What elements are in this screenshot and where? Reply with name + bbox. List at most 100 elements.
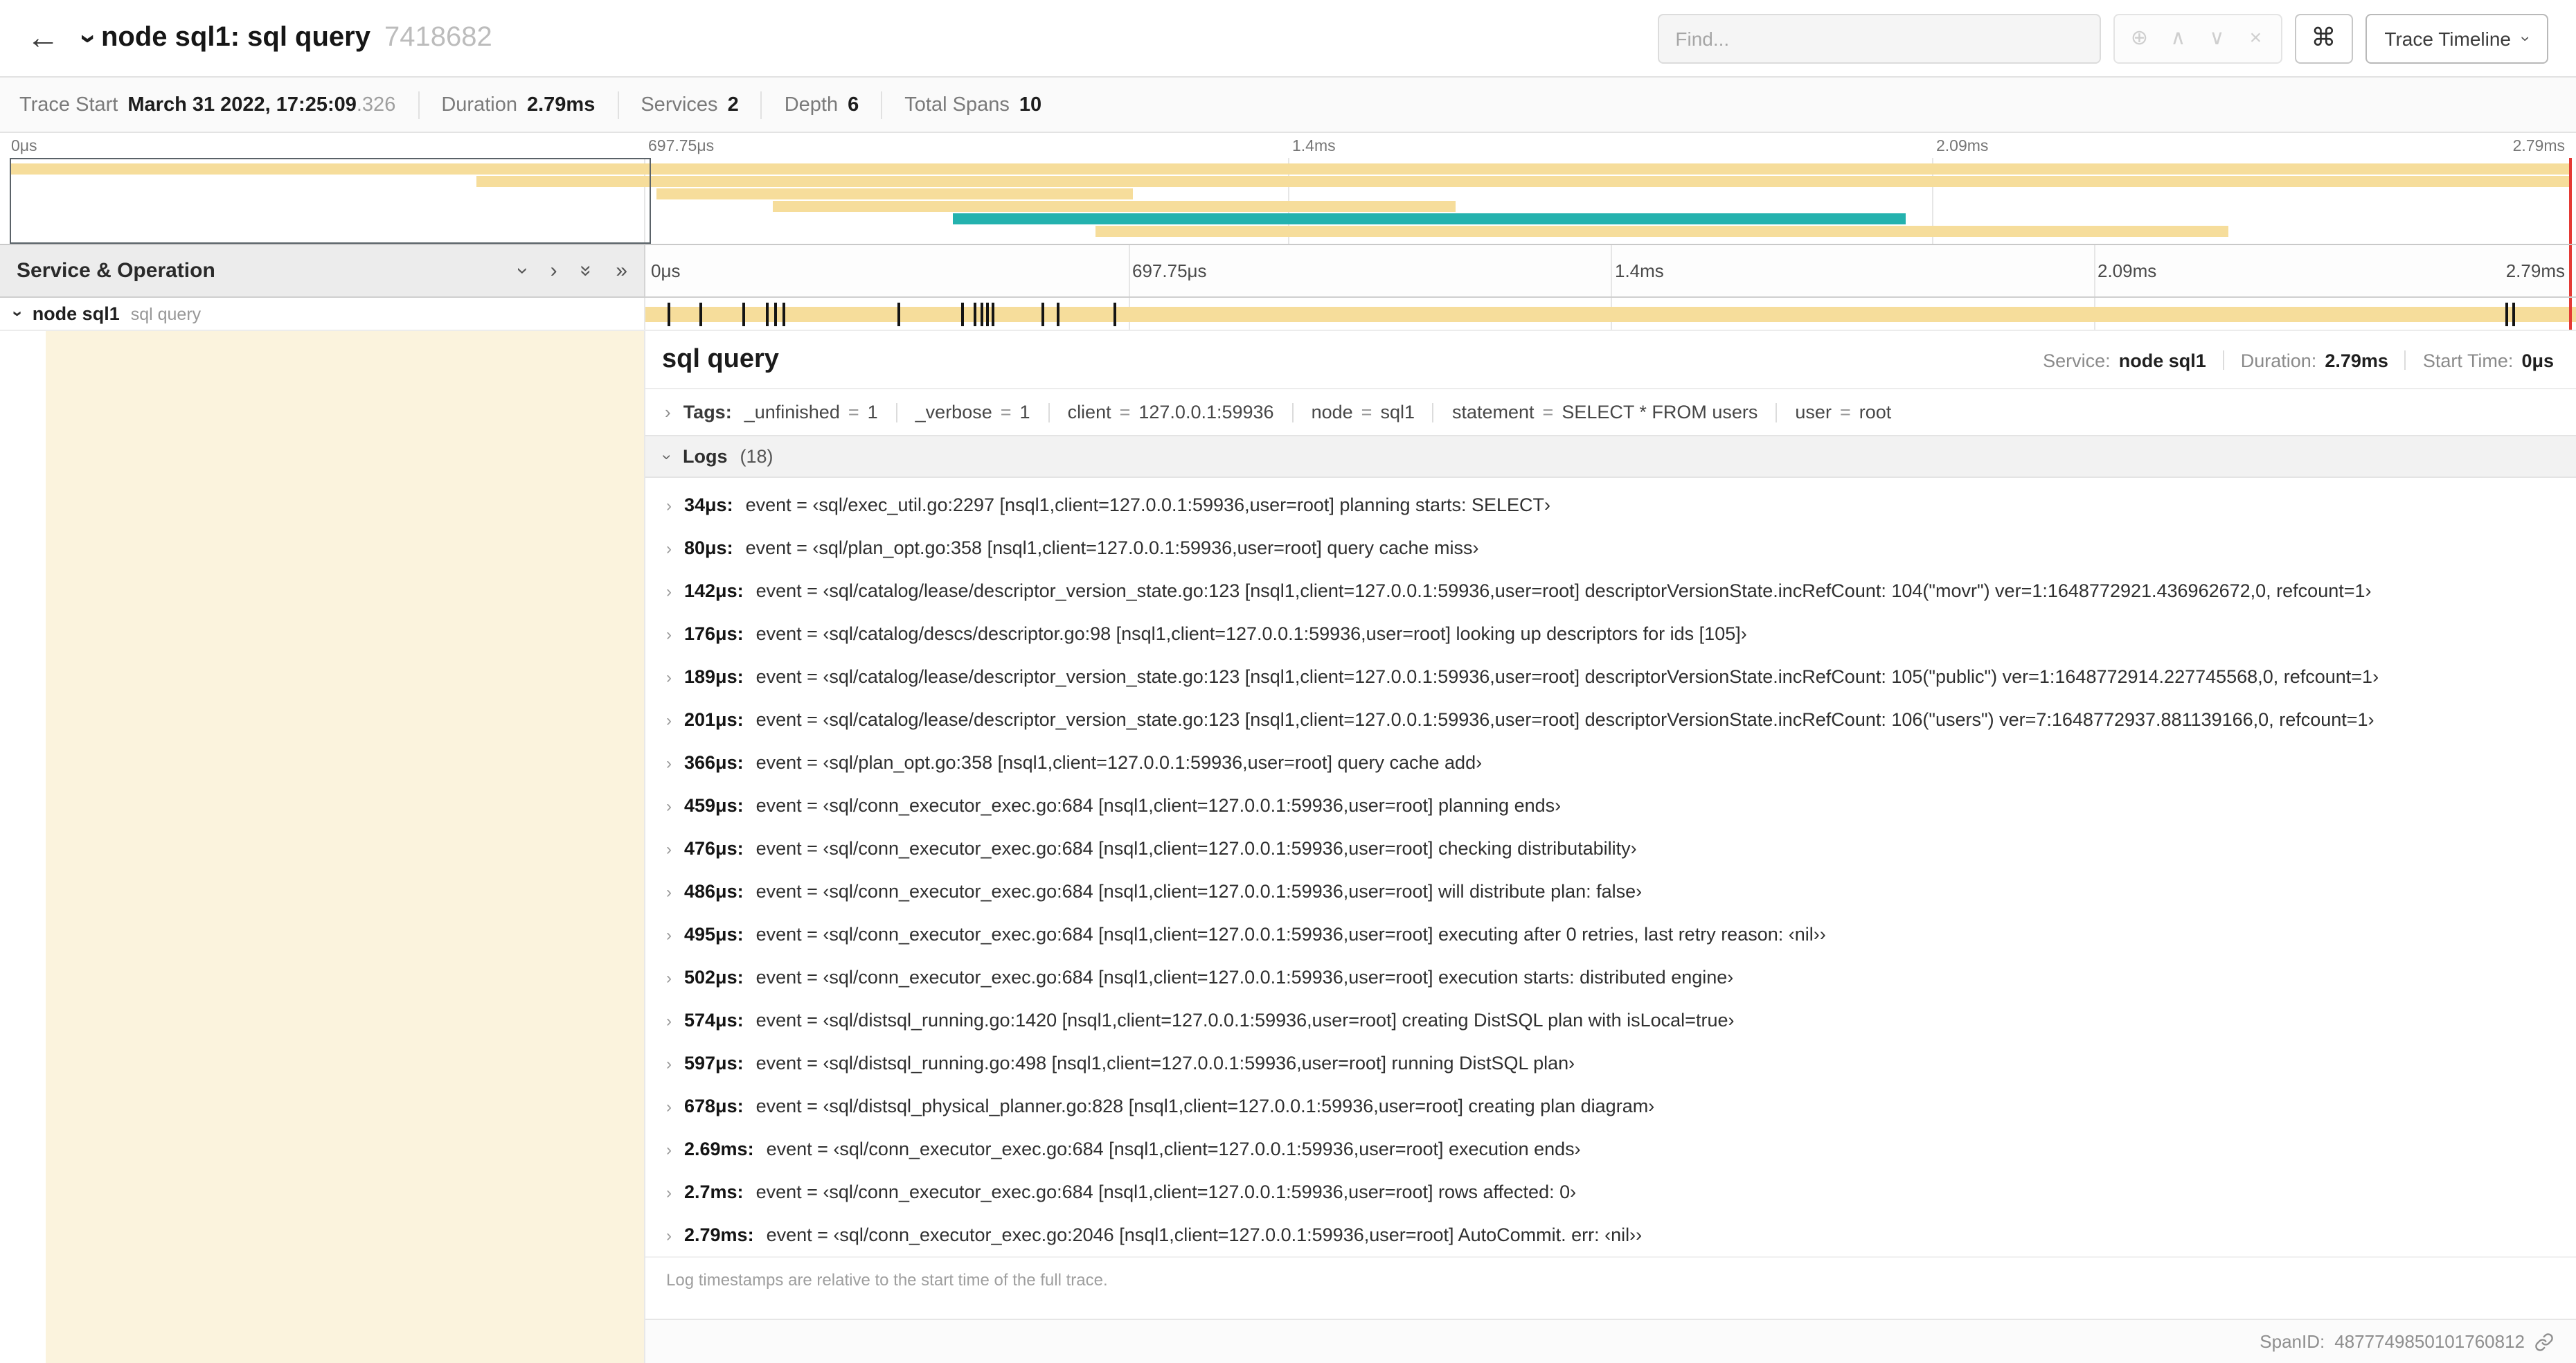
log-entry[interactable]: › 502μs: event = ‹sql/conn_executor_exec.g…: [645, 956, 2576, 999]
log-message: event = ‹sql/distsql_running.go:1420 [ns…: [755, 1010, 1735, 1031]
span-collapse-chevron-icon[interactable]: ›: [8, 311, 28, 317]
link-icon[interactable]: [2534, 1332, 2554, 1351]
chevron-right-icon: ›: [666, 753, 672, 772]
log-timestamp: 366μs:: [684, 752, 744, 773]
tag-equals-sign: =: [1361, 402, 1372, 422]
log-entry[interactable]: › 678μs: event = ‹sql/distsql_physical_pla…: [645, 1085, 2576, 1128]
log-entry[interactable]: › 459μs: event = ‹sql/conn_executor_exec.g…: [645, 784, 2576, 827]
log-marker-tick: [1113, 302, 1116, 326]
tag-divider: [1291, 402, 1294, 422]
expand-all-icon[interactable]: »: [616, 260, 627, 281]
chevron-right-icon: ›: [666, 925, 672, 944]
log-marker-tick: [667, 302, 670, 326]
tag-key: node: [1311, 402, 1353, 422]
chevron-right-icon: ›: [666, 667, 672, 686]
tag-item: statement = SELECT * FROM users: [1452, 402, 1757, 422]
span-duration-bar[interactable]: [645, 306, 2576, 321]
log-marker-tick: [973, 302, 976, 326]
detail-meta-value: node sql1: [2118, 350, 2206, 371]
log-timestamp: 34μs:: [684, 495, 733, 515]
log-entry[interactable]: › 366μs: event = ‹sql/plan_opt.go:358 [nsq…: [645, 741, 2576, 784]
log-message: event = ‹sql/conn_executor_exec.go:684 […: [755, 881, 1643, 902]
log-marker-tick: [782, 302, 786, 326]
log-entry[interactable]: › 486μs: event = ‹sql/conn_executor_exec.g…: [645, 870, 2576, 913]
detail-meta-value: 0μs: [2521, 350, 2554, 371]
log-marker-tick: [1057, 302, 1060, 326]
timeline-gridline: [1128, 245, 1129, 296]
expand-one-icon[interactable]: ›: [551, 260, 557, 281]
log-entry[interactable]: › 2.7ms: event = ‹sql/conn_executor_exec.g…: [645, 1170, 2576, 1213]
log-timestamp: 80μs:: [684, 537, 733, 558]
chevron-right-icon: ›: [666, 1010, 672, 1030]
time-axis-label: 2.09ms: [1936, 139, 1989, 155]
log-entry[interactable]: › 34μs: event = ‹sql/exec_util.go:2297 [ns…: [645, 483, 2576, 526]
span-detail-panel: sql query Service: node sql1 Duration: 2.79…: [645, 331, 2576, 1363]
log-entry[interactable]: › 201μs: event = ‹sql/catalog/lease/descri…: [645, 698, 2576, 741]
jaeger-trace-page: ← › node sql1: sql query 7418682 ⊕ ∧ ∨ ×…: [0, 0, 2576, 1363]
log-entry[interactable]: › 176μs: event = ‹sql/catalog/descs/descri…: [645, 612, 2576, 655]
tag-value: 127.0.0.1:59936: [1138, 402, 1274, 422]
log-entry[interactable]: › 495μs: event = ‹sql/conn_executor_exec.g…: [645, 913, 2576, 956]
log-timestamp: 597μs:: [684, 1053, 744, 1074]
log-marker-tick: [742, 302, 745, 326]
time-axis-label: 0μs: [11, 139, 37, 155]
chevron-right-icon: ›: [666, 839, 672, 858]
log-entry[interactable]: › 2.79ms: event = ‹sql/conn_executor_exec.…: [645, 1213, 2576, 1256]
log-marker-tick: [991, 302, 994, 326]
chevron-down-icon: ›: [2516, 35, 2536, 41]
keyboard-shortcuts-button[interactable]: ⌘: [2294, 13, 2353, 63]
log-entry[interactable]: › 476μs: event = ‹sql/conn_executor_exec.g…: [645, 827, 2576, 870]
summary-item-value: March 31 2022, 17:25:09: [127, 93, 357, 116]
timeline-header-row: Service & Operation › › » » 0μs 697.75μs 1…: [0, 245, 2576, 298]
span-id-value: 4877749850101760812: [2334, 1331, 2525, 1352]
log-entry[interactable]: › 142μs: event = ‹sql/catalog/lease/descri…: [645, 569, 2576, 612]
log-entry[interactable]: › 189μs: event = ‹sql/catalog/lease/descri…: [645, 655, 2576, 698]
log-entry[interactable]: › 2.69ms: event = ‹sql/conn_executor_exec.…: [645, 1128, 2576, 1170]
tag-equals-sign: =: [1839, 402, 1851, 422]
trace-collapse-chevron-icon[interactable]: ›: [71, 33, 105, 43]
collapse-one-icon[interactable]: ›: [512, 267, 535, 274]
collapse-all-icon[interactable]: »: [575, 265, 598, 277]
back-button[interactable]: ←: [14, 9, 72, 67]
trace-minimap[interactable]: 0μs 697.75μs 1.4ms 2.09ms 2.79ms: [0, 133, 2576, 245]
span-detail-title: sql query: [662, 345, 779, 374]
prev-match-icon[interactable]: ∧: [2158, 28, 2197, 48]
span-tree-gutter: [0, 331, 645, 1363]
span-row-name-cell[interactable]: › node sql1 sql query: [0, 298, 645, 330]
log-timestamp: 502μs:: [684, 967, 744, 988]
minimap-graph[interactable]: [0, 158, 2576, 244]
summary-item: Total Spans 10: [904, 91, 1064, 118]
log-entry[interactable]: › 597μs: event = ‹sql/distsql_running.go:4…: [645, 1042, 2576, 1085]
focus-match-icon[interactable]: ⊕: [2120, 28, 2158, 48]
minimap-span-bar: [773, 201, 1456, 212]
log-entry[interactable]: › 80μs: event = ‹sql/plan_opt.go:358 [nsql…: [645, 526, 2576, 569]
trace-timeline-dropdown[interactable]: Trace Timeline ›: [2365, 13, 2548, 63]
timeline-ruler[interactable]: 0μs 697.75μs 1.4ms 2.09ms 2.79ms: [645, 245, 2576, 296]
tag-item: node = sql1: [1312, 402, 1415, 422]
minimap-viewport-selection[interactable]: [10, 158, 651, 244]
log-timestamp: 678μs:: [684, 1096, 744, 1116]
log-message: event = ‹sql/catalog/lease/descriptor_ve…: [755, 709, 2374, 730]
logs-section-header[interactable]: › Logs (18): [645, 435, 2576, 478]
timeline-end-marker: [2569, 245, 2572, 296]
clear-search-icon[interactable]: ×: [2236, 28, 2275, 48]
minimap-scrubber-handle[interactable]: [2569, 158, 2573, 244]
top-bar-actions: ⊕ ∧ ∨ × ⌘ Trace Timeline ›: [1657, 13, 2548, 63]
span-row-root[interactable]: › node sql1 sql query: [0, 298, 2576, 331]
span-service-name: node sql1: [32, 303, 120, 324]
log-marker-tick: [1041, 302, 1044, 326]
chevron-right-icon: ›: [666, 796, 672, 815]
timeline-end-marker: [2569, 298, 2572, 330]
detail-meta-label: Duration:: [2240, 350, 2317, 371]
span-timeline-track[interactable]: [645, 298, 2576, 330]
chevron-right-icon: ›: [666, 1182, 672, 1202]
tags-label: Tags:: [683, 402, 732, 422]
time-axis-label: 2.79ms: [2512, 139, 2565, 155]
logs-list: › 34μs: event = ‹sql/exec_util.go:2297 [ns…: [645, 478, 2576, 1256]
chevron-right-icon: ›: [666, 538, 672, 558]
find-input[interactable]: [1657, 13, 2101, 63]
next-match-icon[interactable]: ∨: [2197, 28, 2236, 48]
log-entry[interactable]: › 574μs: event = ‹sql/distsql_running.go:1…: [645, 999, 2576, 1042]
tags-row[interactable]: › Tags: _unfinished = 1 _verbose = 1 client = 12…: [645, 389, 2576, 435]
tag-key: user: [1795, 402, 1832, 422]
